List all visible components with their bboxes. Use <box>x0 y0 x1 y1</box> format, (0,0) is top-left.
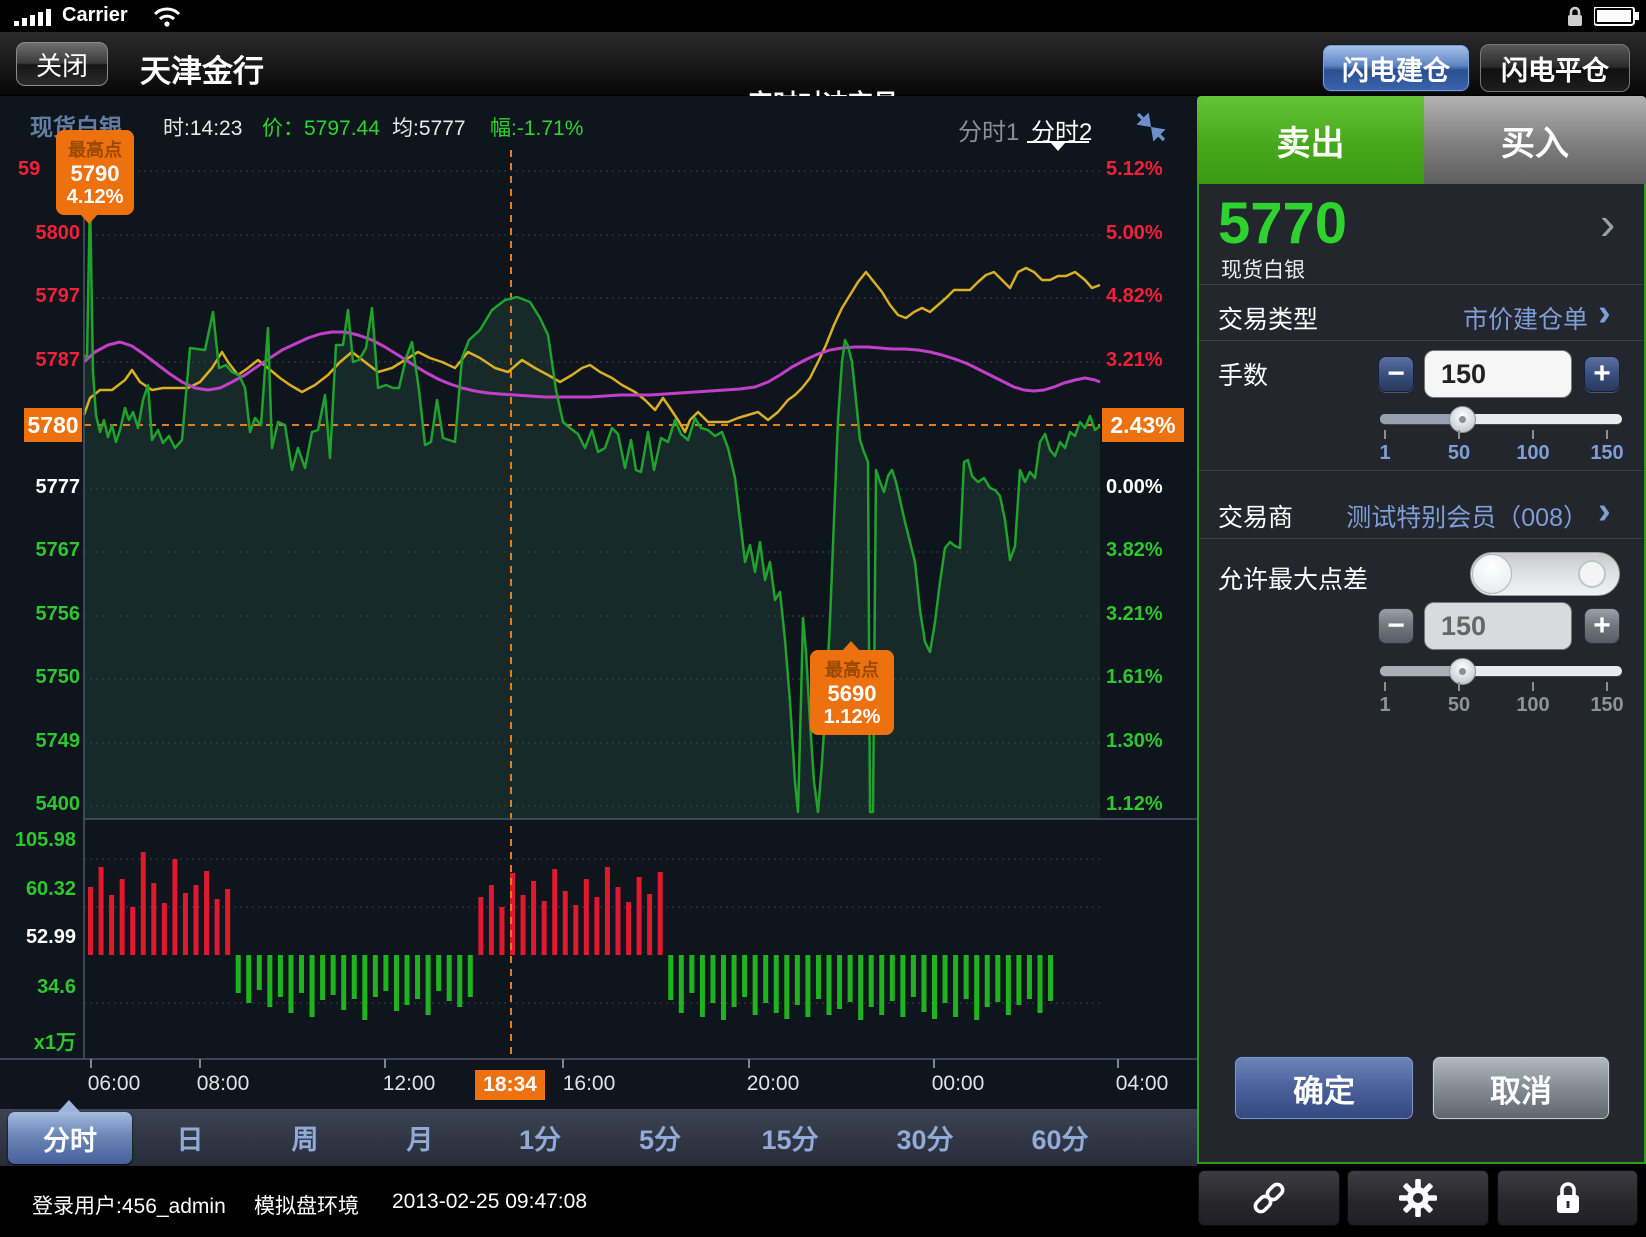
price-volume-plot[interactable] <box>0 150 1197 1070</box>
spread-minus-button[interactable]: − <box>1378 608 1414 644</box>
slider-tick-label: 50 <box>1437 442 1481 465</box>
cancel-button[interactable]: 取消 <box>1432 1056 1610 1120</box>
separator <box>1199 538 1643 539</box>
screen: Carrier 实时对冲交易 关闭 天津金行 闪电建仓 闪电平仓 现货白银 时:… <box>0 0 1646 1237</box>
tooltip-value: 5790 <box>62 162 128 186</box>
chart-range-label: 幅:-1.71% <box>490 112 583 142</box>
quote-price: 5770 <box>1218 190 1347 257</box>
login-user-label: 登录用户:456_admin <box>32 1190 226 1220</box>
slider-tick-label: 50 <box>1437 694 1481 717</box>
orientation-lock-icon <box>1566 5 1584 29</box>
slider-tick-mark <box>1606 682 1608 691</box>
broker-chevron-icon[interactable]: › <box>1598 492 1611 530</box>
slider-tick-mark <box>1384 430 1386 439</box>
quote-symbol: 现货白银 <box>1221 254 1305 284</box>
slider-tick-label: 150 <box>1585 442 1629 465</box>
lots-plus-button[interactable]: + <box>1584 356 1620 392</box>
wifi-icon <box>152 5 182 27</box>
gear-icon <box>1398 1178 1438 1218</box>
datetime-label: 2013-02-25 09:47:08 <box>392 1190 587 1214</box>
quote-chevron-icon[interactable]: › <box>1600 200 1615 246</box>
slider-tick-label: 1 <box>1363 442 1407 465</box>
slider-tick-mark <box>1458 430 1460 439</box>
period-tab[interactable]: 30分 <box>880 1118 970 1157</box>
current-change-badge-right: 2.43% <box>1102 408 1184 442</box>
slider-tick-label: 150 <box>1585 694 1629 717</box>
lots-slider-handle[interactable] <box>1449 406 1476 433</box>
chart-extreme-tooltip: 最高点56901.12% <box>810 650 894 735</box>
close-button[interactable]: 关闭 <box>16 42 108 86</box>
lock-button[interactable] <box>1497 1170 1638 1226</box>
carrier-label: Carrier <box>62 4 128 27</box>
broker-label: 交易商 <box>1218 498 1293 534</box>
slider-tick-label: 100 <box>1511 694 1555 717</box>
spread-input[interactable] <box>1424 602 1572 650</box>
broker-value[interactable]: 测试特别会员（008） <box>1340 498 1588 534</box>
chart-price-label: 价：5797.44 <box>262 112 380 142</box>
tooltip-title: 最高点 <box>62 136 128 162</box>
trade-type-label: 交易类型 <box>1218 300 1318 336</box>
battery-icon <box>1594 7 1640 26</box>
max-spread-label: 允许最大点差 <box>1218 560 1368 596</box>
trade-type-chevron-icon[interactable]: › <box>1598 294 1611 332</box>
lots-minus-button[interactable]: − <box>1378 356 1414 392</box>
separator <box>1199 340 1643 341</box>
period-tab[interactable]: 1分 <box>495 1118 585 1157</box>
period-tab[interactable]: 60分 <box>1015 1118 1105 1157</box>
flash-close-position-button[interactable]: 闪电平仓 <box>1480 44 1630 92</box>
crosshair-time-badge: 18:34 <box>475 1070 545 1100</box>
trade-type-value[interactable]: 市价建仓单 <box>1360 300 1588 336</box>
max-spread-toggle-knob[interactable] <box>1472 554 1512 594</box>
chart-extreme-tooltip: 最高点57904.12% <box>56 130 134 215</box>
settings-button[interactable] <box>1347 1170 1489 1226</box>
max-spread-toggle-indicator <box>1578 560 1606 588</box>
brand-title: 天津金行 <box>140 46 264 91</box>
tooltip-title: 最高点 <box>816 656 888 682</box>
lock-icon <box>1553 1180 1583 1216</box>
collapse-chart-icon[interactable] <box>1134 110 1168 144</box>
period-tab-notch <box>58 1100 80 1112</box>
current-price-badge-left: 5780 <box>24 408 82 442</box>
environment-label: 模拟盘环境 <box>254 1190 359 1220</box>
slider-tick-mark <box>1384 682 1386 691</box>
tab-minute-chart-1[interactable]: 分时1 <box>958 112 1019 147</box>
tooltip-pointer <box>842 641 860 651</box>
slider-tick-label: 100 <box>1511 442 1555 465</box>
period-tab[interactable]: 15分 <box>745 1118 835 1157</box>
tooltip-value: 5690 <box>816 682 888 706</box>
flash-open-position-button[interactable]: 闪电建仓 <box>1322 44 1470 92</box>
slider-tick-mark <box>1532 682 1534 691</box>
spread-slider-handle[interactable] <box>1449 658 1476 685</box>
link-button[interactable] <box>1198 1170 1340 1226</box>
lots-label: 手数 <box>1218 356 1268 392</box>
period-tab[interactable]: 日 <box>145 1118 235 1157</box>
lots-input[interactable] <box>1424 350 1572 398</box>
separator <box>1199 470 1643 471</box>
chart-time-label: 时:14:23 <box>163 112 242 142</box>
tooltip-pointer <box>80 214 98 224</box>
period-tab-minute[interactable]: 分时 <box>8 1112 132 1164</box>
ios-status-bar: Carrier <box>0 0 1646 32</box>
slider-tick-mark <box>1606 430 1608 439</box>
slider-tick-mark <box>1532 430 1534 439</box>
slider-tick-mark <box>1458 682 1460 691</box>
tooltip-percent: 4.12% <box>62 186 128 208</box>
period-tab[interactable]: 5分 <box>615 1118 705 1157</box>
chart-avg-label: 均:5777 <box>392 112 466 142</box>
separator <box>1199 284 1643 285</box>
confirm-button[interactable]: 确定 <box>1234 1056 1414 1120</box>
spread-plus-button[interactable]: + <box>1584 608 1620 644</box>
signal-strength-icon <box>14 7 58 27</box>
sell-tab[interactable]: 卖出 <box>1197 96 1424 184</box>
slider-tick-label: 1 <box>1363 694 1407 717</box>
period-tab[interactable]: 周 <box>260 1118 350 1157</box>
period-tab[interactable]: 月 <box>375 1118 465 1157</box>
buy-tab[interactable]: 买入 <box>1424 96 1646 184</box>
tooltip-percent: 1.12% <box>816 706 888 728</box>
link-icon <box>1248 1181 1290 1215</box>
